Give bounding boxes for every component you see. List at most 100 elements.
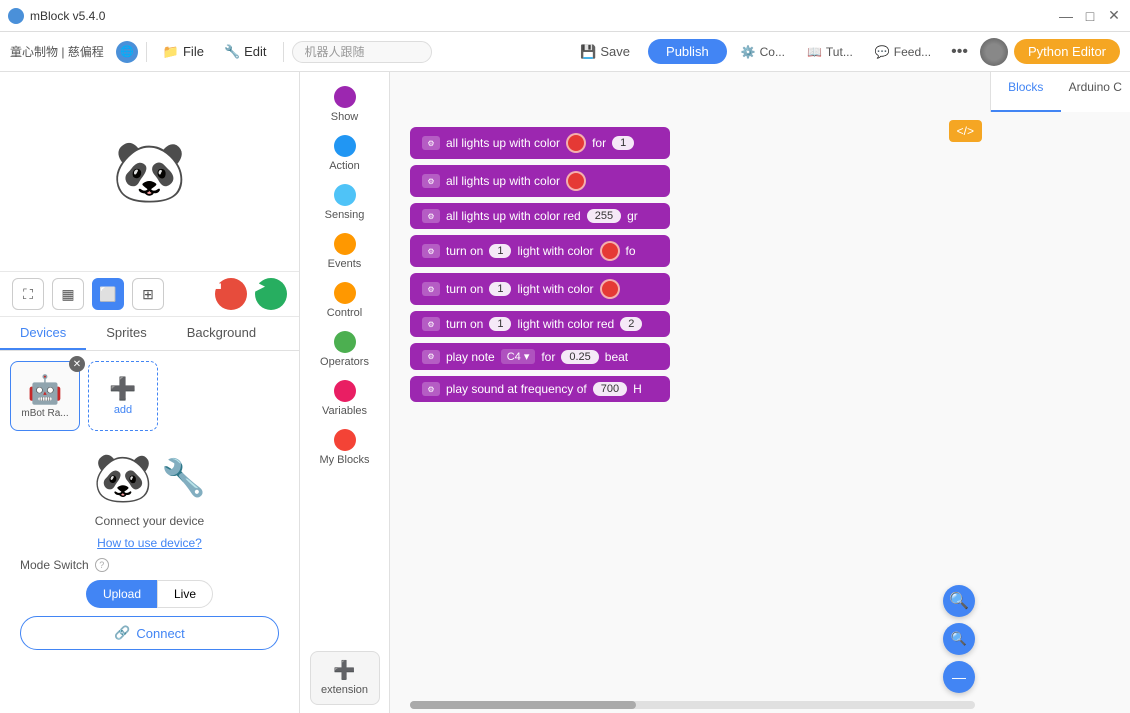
block-icon: ⚙: [422, 136, 440, 150]
color-picker[interactable]: [566, 171, 586, 191]
robot-icon: 🔧: [161, 457, 206, 499]
workspace[interactable]: Blocks Arduino C </> ⚙all lights up with…: [390, 72, 1130, 713]
add-plus-icon: ➕: [109, 376, 136, 402]
operators-label: Operators: [320, 356, 369, 368]
code-block-7[interactable]: ⚙play sound at frequency of700H: [410, 376, 670, 402]
co-icon: ⚙️: [741, 45, 756, 59]
control-dot: [334, 282, 356, 304]
sensing-label: Sensing: [325, 209, 365, 221]
connect-button[interactable]: 🔗 Connect: [20, 616, 279, 650]
extension-button[interactable]: ➕ extension: [310, 651, 380, 705]
expand-icon[interactable]: ⛶: [12, 278, 44, 310]
scrollbar-thumb[interactable]: [410, 701, 636, 709]
block-oval[interactable]: 0.25: [561, 350, 598, 364]
block-cat-variables[interactable]: Variables: [305, 374, 385, 423]
brand-text: 童心制物 | 慈偏程: [10, 43, 104, 60]
zoom-in-button[interactable]: 🔍: [943, 585, 975, 617]
edit-menu[interactable]: 🔧 Edit: [216, 40, 275, 64]
extension-plus-icon: ➕: [333, 660, 355, 681]
file-menu[interactable]: 📁 File: [155, 40, 212, 64]
mode-switch-row: Mode Switch ?: [20, 558, 279, 572]
tab-devices[interactable]: Devices: [0, 317, 86, 350]
play-button[interactable]: ▶: [255, 278, 287, 310]
publish-button[interactable]: Publish: [648, 39, 727, 64]
code-block-6[interactable]: ⚙play noteC4 ▾for0.25beat: [410, 343, 670, 370]
color-picker[interactable]: [600, 279, 620, 299]
block-text: light with color: [517, 244, 593, 258]
grid-icon[interactable]: ⊞: [132, 278, 164, 310]
zoom-out-button[interactable]: 🔍: [943, 623, 975, 655]
block-text: gr: [627, 209, 638, 223]
tut-button[interactable]: 📖 Tut...: [799, 41, 861, 63]
tabs-row: Devices Sprites Background: [0, 317, 299, 351]
maximize-button[interactable]: □: [1082, 8, 1098, 24]
block-oval[interactable]: 1: [489, 282, 511, 296]
save-button[interactable]: 💾 Save: [568, 40, 642, 64]
panda-sprite: 🐼: [110, 132, 190, 212]
right-tabs: Blocks Arduino C: [990, 72, 1130, 112]
add-device-button[interactable]: ➕ add: [88, 361, 158, 431]
block-text: turn on: [446, 317, 483, 331]
code-block-3[interactable]: ⚙turn on1light with colorfo: [410, 235, 670, 267]
close-button[interactable]: ✕: [1106, 8, 1122, 24]
panel-content: ✕ 🤖 mBot Ra... ➕ add 🐼 🔧 Connect your de…: [0, 351, 299, 713]
block-cat-sensing[interactable]: Sensing: [305, 178, 385, 227]
tab-arduino[interactable]: Arduino C: [1061, 72, 1130, 112]
block-icon: ⚙: [422, 244, 440, 258]
menubar: 童心制物 | 慈偏程 🌐 📁 File 🔧 Edit 💾 Save Publis…: [0, 32, 1130, 72]
block-cat-operators[interactable]: Operators: [305, 325, 385, 374]
layout-icon[interactable]: ▦: [52, 278, 84, 310]
code-block-5[interactable]: ⚙turn on1light with color red2: [410, 311, 670, 337]
block-cat-control[interactable]: Control: [305, 276, 385, 325]
more-button[interactable]: •••: [945, 39, 974, 65]
block-oval[interactable]: 255: [587, 209, 621, 223]
feed-button[interactable]: 💬 Feed...: [867, 41, 939, 63]
code-block-2[interactable]: ⚙all lights up with color red255gr: [410, 203, 670, 229]
block-oval[interactable]: 1: [489, 244, 511, 258]
device-card-mbot[interactable]: ✕ 🤖 mBot Ra...: [10, 361, 80, 431]
block-oval[interactable]: 1: [612, 136, 634, 150]
upload-mode-button[interactable]: Upload: [86, 580, 157, 608]
block-icon: ⚙: [422, 174, 440, 188]
python-editor-button[interactable]: Python Editor: [1014, 39, 1120, 64]
device-close-icon[interactable]: ✕: [69, 356, 85, 372]
zoom-controls: 🔍 🔍 —: [943, 585, 975, 693]
stop-button[interactable]: ⏹: [215, 278, 247, 310]
block-dropdown[interactable]: C4 ▾: [501, 349, 536, 364]
block-oval[interactable]: 1: [489, 317, 511, 331]
search-input[interactable]: [292, 41, 432, 63]
block-cat-action[interactable]: Action: [305, 129, 385, 178]
file-icon: 📁: [163, 44, 179, 60]
block-icon: ⚙: [422, 209, 440, 223]
block-cat-show[interactable]: Show: [305, 80, 385, 129]
workspace-scrollbar[interactable]: [410, 701, 975, 709]
how-to-use-link[interactable]: How to use device?: [97, 536, 202, 550]
color-picker[interactable]: [566, 133, 586, 153]
code-expand-button[interactable]: </>: [949, 120, 982, 142]
code-block-1[interactable]: ⚙all lights up with color: [410, 165, 670, 197]
block-cat-events[interactable]: Events: [305, 227, 385, 276]
avatar[interactable]: [980, 38, 1008, 66]
code-block-0[interactable]: ⚙all lights up with colorfor1: [410, 127, 670, 159]
co-button[interactable]: ⚙️ Co...: [733, 41, 793, 63]
block-cat-myblocks[interactable]: My Blocks: [305, 423, 385, 472]
info-icon[interactable]: ?: [95, 558, 109, 572]
color-picker[interactable]: [600, 241, 620, 261]
tab-sprites[interactable]: Sprites: [86, 317, 166, 350]
block-oval[interactable]: 700: [593, 382, 627, 396]
main-layout: 🐼 ⛶ ▦ ⬜ ⊞ ⏹ ▶ Devices Sprites Background…: [0, 72, 1130, 713]
tab-blocks[interactable]: Blocks: [991, 72, 1061, 112]
tab-background[interactable]: Background: [167, 317, 276, 350]
globe-icon[interactable]: 🌐: [116, 41, 138, 63]
operators-dot: [334, 331, 356, 353]
zoom-reset-button[interactable]: —: [943, 661, 975, 693]
events-label: Events: [328, 258, 362, 270]
code-icon[interactable]: ⬜: [92, 278, 124, 310]
minimize-button[interactable]: —: [1058, 8, 1074, 24]
code-block-4[interactable]: ⚙turn on1light with color: [410, 273, 670, 305]
block-text: light with color red: [517, 317, 614, 331]
myblocks-label: My Blocks: [319, 454, 369, 466]
block-icon: ⚙: [422, 382, 440, 396]
block-oval[interactable]: 2: [620, 317, 642, 331]
live-mode-button[interactable]: Live: [157, 580, 213, 608]
